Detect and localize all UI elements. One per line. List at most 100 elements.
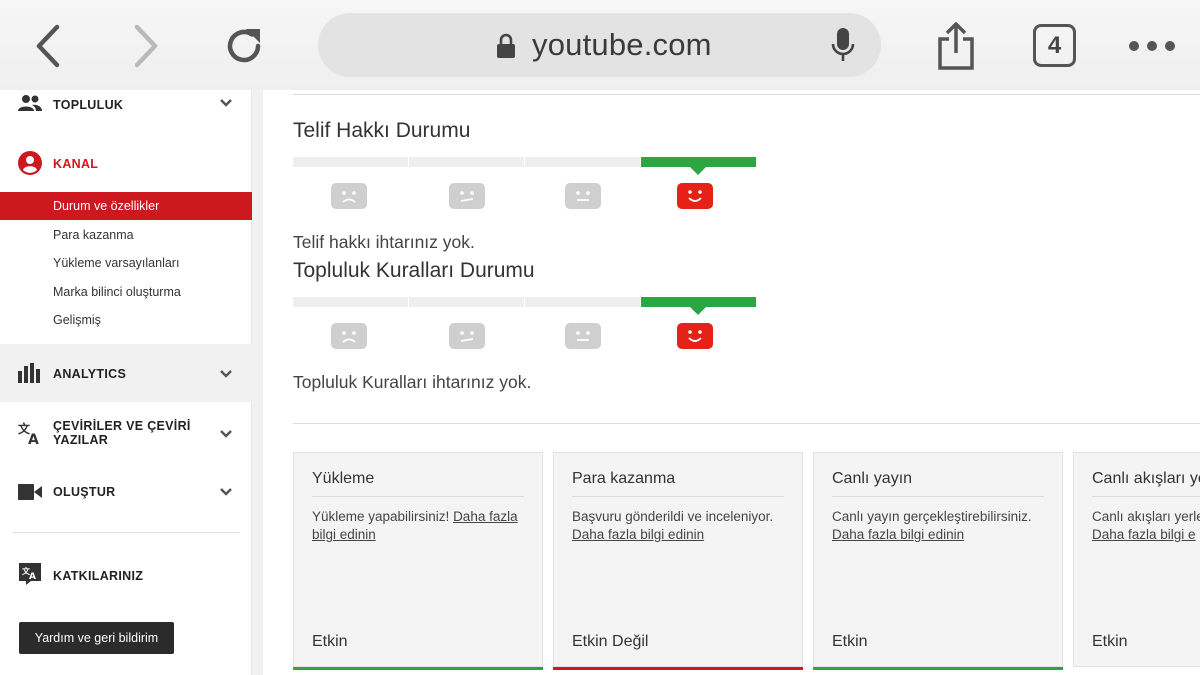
card-status: Etkin: [1092, 633, 1128, 650]
sad-face-icon: [331, 183, 367, 209]
feature-card-live: Canlı yayın Canlı yayın gerçekleştirebil…: [813, 452, 1063, 670]
meter-segment: [409, 297, 524, 307]
card-body-text: Canlı akışları yerle: [1092, 509, 1200, 524]
card-body: Canlı akışları yerle Daha fazla bilgi e: [1092, 508, 1200, 544]
card-title: Canlı yayın: [832, 470, 913, 487]
svg-text:A: A: [28, 432, 39, 445]
card-body: Başvuru gönderildi ve inceleniyor. Daha …: [572, 508, 792, 544]
card-status-bar: [553, 667, 803, 670]
more-icon: [1129, 41, 1175, 51]
sidebar-label-ceviriler-line2: YAZILAR: [53, 433, 109, 447]
neutral-face-icon: [449, 183, 485, 209]
sidebar-label-topluluk: TOPLULUK: [53, 98, 124, 112]
chevron-down-icon[interactable]: [219, 429, 233, 439]
sad-face-icon: [331, 323, 367, 349]
card-body: Canlı yayın gerçekleştirebilirsiniz. Dah…: [832, 508, 1052, 544]
copyright-status-text: Telif hakkı ihtarınız yok.: [293, 232, 475, 252]
back-button[interactable]: [18, 18, 78, 74]
sidebar-subitem-label: Gelişmiş: [53, 313, 101, 327]
card-divider: [1092, 496, 1200, 497]
meter-segment: [525, 157, 640, 167]
sidebar-label-analytics: ANALYTICS: [53, 367, 127, 381]
card-body-text: Başvuru gönderildi ve inceleniyor.: [572, 509, 774, 524]
sidebar: TOPLULUK KANAL Durum ve özellikler Para …: [0, 90, 252, 675]
mic-icon[interactable]: [831, 27, 855, 63]
card-status-bar: [813, 667, 1063, 670]
back-icon: [36, 24, 60, 68]
card-body-text: Yükleme yapabilirsiniz!: [312, 509, 454, 524]
share-icon: [938, 22, 974, 70]
card-title: Canlı akışları ye: [1092, 470, 1200, 487]
sidebar-subitem-label: Yükleme varsayılanları: [53, 256, 180, 270]
sidebar-subitem-marka[interactable]: Marka bilinci oluşturma: [0, 278, 252, 306]
sidebar-divider: [12, 532, 240, 533]
video-camera-icon: [18, 484, 42, 500]
sidebar-label-ceviriler: ÇEVİRİLER VE ÇEVİRİ YAZILAR: [53, 419, 191, 447]
translate-icon: 文 A: [18, 421, 39, 445]
chevron-down-icon[interactable]: [219, 369, 233, 379]
sidebar-subitem-label: Para kazanma: [53, 228, 134, 242]
reload-button[interactable]: [214, 18, 274, 74]
card-body-text: Canlı yayın gerçekleştirebilirsiniz.: [832, 509, 1032, 524]
browser-toolbar: youtube.com 4: [0, 0, 1200, 90]
sidebar-gutter: [252, 90, 263, 675]
sidebar-item-ceviriler[interactable]: 文 A ÇEVİRİLER VE ÇEVİRİ YAZILAR: [0, 405, 252, 461]
meter-segment: [293, 157, 408, 167]
address-bar[interactable]: youtube.com: [318, 13, 881, 77]
lock-icon: [497, 33, 515, 58]
url-text: youtube.com: [532, 27, 712, 62]
chevron-down-icon[interactable]: [219, 98, 233, 108]
tab-count-button[interactable]: 4: [1033, 24, 1076, 67]
learn-more-link[interactable]: Daha fazla bilgi e: [1092, 527, 1196, 542]
more-menu-button[interactable]: [1122, 18, 1182, 74]
sidebar-subitem-para-kazanma[interactable]: Para kazanma: [0, 221, 252, 249]
copyright-status-title: Telif Hakkı Durumu: [293, 119, 471, 142]
forward-button[interactable]: [116, 18, 176, 74]
account-circle-icon: [18, 151, 42, 175]
sidebar-subitem-durum[interactable]: Durum ve özellikler: [0, 192, 252, 220]
copyright-status-meter: [293, 157, 757, 217]
sidebar-subitem-gelismis[interactable]: Gelişmiş: [0, 306, 252, 334]
learn-more-link[interactable]: Daha fazla bilgi edinin: [572, 527, 704, 542]
meter-segment: [525, 297, 640, 307]
sidebar-item-kanal[interactable]: KANAL: [0, 145, 252, 181]
meter-segment-active: [641, 157, 756, 167]
card-body: Yükleme yapabilirsiniz! Daha fazla bilgi…: [312, 508, 532, 544]
community-status-meter: [293, 297, 757, 357]
bar-chart-icon: [18, 363, 40, 383]
sidebar-item-olustur[interactable]: OLUŞTUR: [0, 470, 252, 514]
main-content: Telif Hakkı Durumu Telif hakkı ihtarınız…: [263, 90, 1200, 675]
share-button[interactable]: [926, 18, 986, 74]
meter-segment: [293, 297, 408, 307]
svg-text:A: A: [29, 572, 36, 582]
learn-more-link[interactable]: Daha fazla bilgi edinin: [832, 527, 964, 542]
feature-card-live-embed: Canlı akışları ye Canlı akışları yerle Da…: [1073, 452, 1200, 667]
happy-face-icon: [677, 323, 713, 349]
feature-card-upload: Yükleme Yükleme yapabilirsiniz! Daha faz…: [293, 452, 543, 670]
meter-pointer: [690, 167, 706, 175]
feature-card-monetization: Para kazanma Başvuru gönderildi ve incel…: [553, 452, 803, 670]
sidebar-subitem-label: Marka bilinci oluşturma: [53, 285, 181, 299]
sidebar-item-analytics[interactable]: ANALYTICS: [0, 344, 252, 402]
sidebar-item-topluluk[interactable]: TOPLULUK: [0, 90, 252, 120]
help-feedback-button[interactable]: Yardım ve geri bildirim: [19, 622, 174, 654]
card-divider: [312, 496, 524, 497]
card-status: Etkin: [312, 633, 348, 650]
sidebar-item-katkilariniz[interactable]: 文 A KATKILARINIZ: [0, 555, 252, 593]
meter-pointer: [690, 307, 706, 315]
divider: [293, 94, 1200, 95]
forward-icon: [134, 24, 158, 68]
card-divider: [572, 496, 784, 497]
card-title: Para kazanma: [572, 470, 676, 487]
meter-segment: [409, 157, 524, 167]
card-status-bar: [293, 667, 543, 670]
reload-icon: [227, 29, 261, 63]
sidebar-subitem-yukleme[interactable]: Yükleme varsayılanları: [0, 249, 252, 277]
chevron-down-icon[interactable]: [219, 487, 233, 497]
translate-box-icon: 文 A: [19, 563, 41, 585]
sidebar-label-olustur: OLUŞTUR: [53, 485, 116, 499]
people-icon: [18, 95, 42, 111]
neutral-face-icon: [565, 323, 601, 349]
neutral-face-icon: [565, 183, 601, 209]
card-status: Etkin: [832, 633, 868, 650]
